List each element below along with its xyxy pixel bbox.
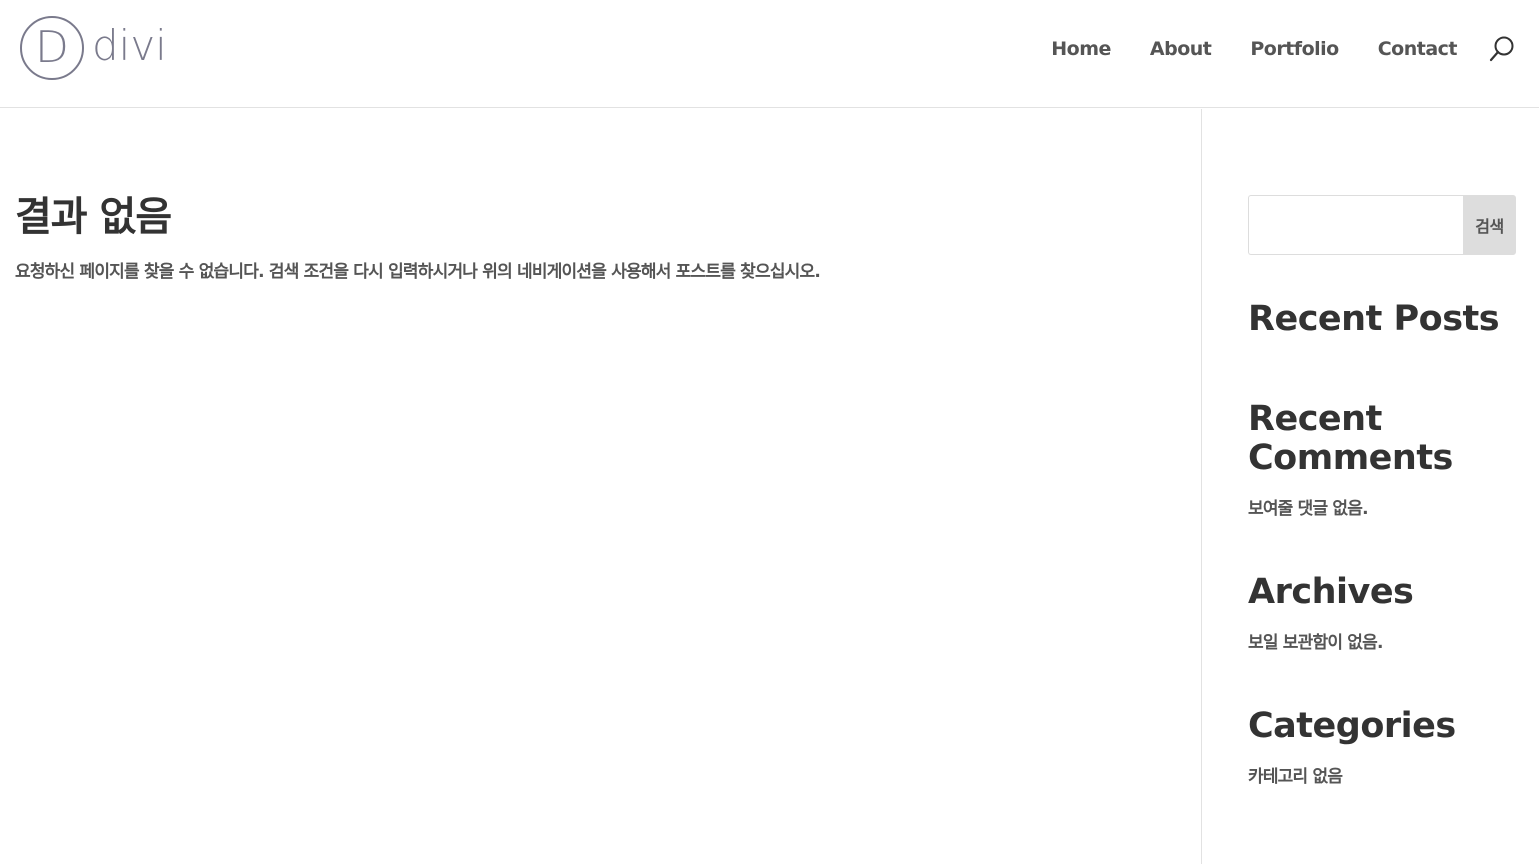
- page-title: 결과 없음: [15, 194, 172, 240]
- nav-item-portfolio[interactable]: Portfolio: [1250, 36, 1339, 62]
- sidebar-search-form: 검색: [1248, 195, 1516, 255]
- nav-item-contact[interactable]: Contact: [1378, 36, 1458, 62]
- logo-text: divi: [92, 21, 167, 70]
- widget-recent-posts: Recent Posts: [1248, 299, 1500, 339]
- categories-empty-text: 카테고리 없음: [1248, 767, 1343, 787]
- main-nav: Home About Portfolio Contact: [1012, 36, 1457, 62]
- sidebar: 검색 Recent Posts Recent Comments 보여줄 댓글 없…: [1248, 195, 1516, 787]
- site-header: D divi Home About Portfolio Contact: [0, 0, 1539, 108]
- widget-title-recent-comments: Recent Comments: [1248, 399, 1453, 478]
- archives-empty-text: 보일 보관함이 없음.: [1248, 633, 1383, 653]
- widget-title-archives: Archives: [1248, 572, 1414, 612]
- site-logo[interactable]: D divi: [20, 16, 167, 80]
- sidebar-divider: [1201, 109, 1202, 864]
- widget-categories: Categories 카테고리 없음: [1248, 707, 1456, 790]
- nav-item-home[interactable]: Home: [1051, 36, 1111, 62]
- sidebar-search-input[interactable]: [1248, 195, 1463, 255]
- sidebar-search-button[interactable]: 검색: [1463, 195, 1516, 255]
- logo-mark: D: [20, 16, 84, 80]
- search-icon[interactable]: [1487, 34, 1517, 64]
- not-found-message: 요청하신 페이지를 찾을 수 없습니다. 검색 조건을 다시 입력하시거나 위의…: [15, 262, 821, 282]
- main-content: 결과 없음 요청하신 페이지를 찾을 수 없습니다. 검색 조건을 다시 입력하…: [0, 109, 1201, 864]
- recent-comments-empty-text: 보여줄 댓글 없음.: [1248, 499, 1369, 519]
- widget-title-recent-posts: Recent Posts: [1248, 299, 1500, 339]
- widget-recent-comments: Recent Comments 보여줄 댓글 없음.: [1248, 400, 1516, 522]
- nav-item-about[interactable]: About: [1150, 36, 1212, 62]
- widget-title-categories: Categories: [1248, 706, 1456, 746]
- widget-archives: Archives 보일 보관함이 없음.: [1248, 572, 1414, 656]
